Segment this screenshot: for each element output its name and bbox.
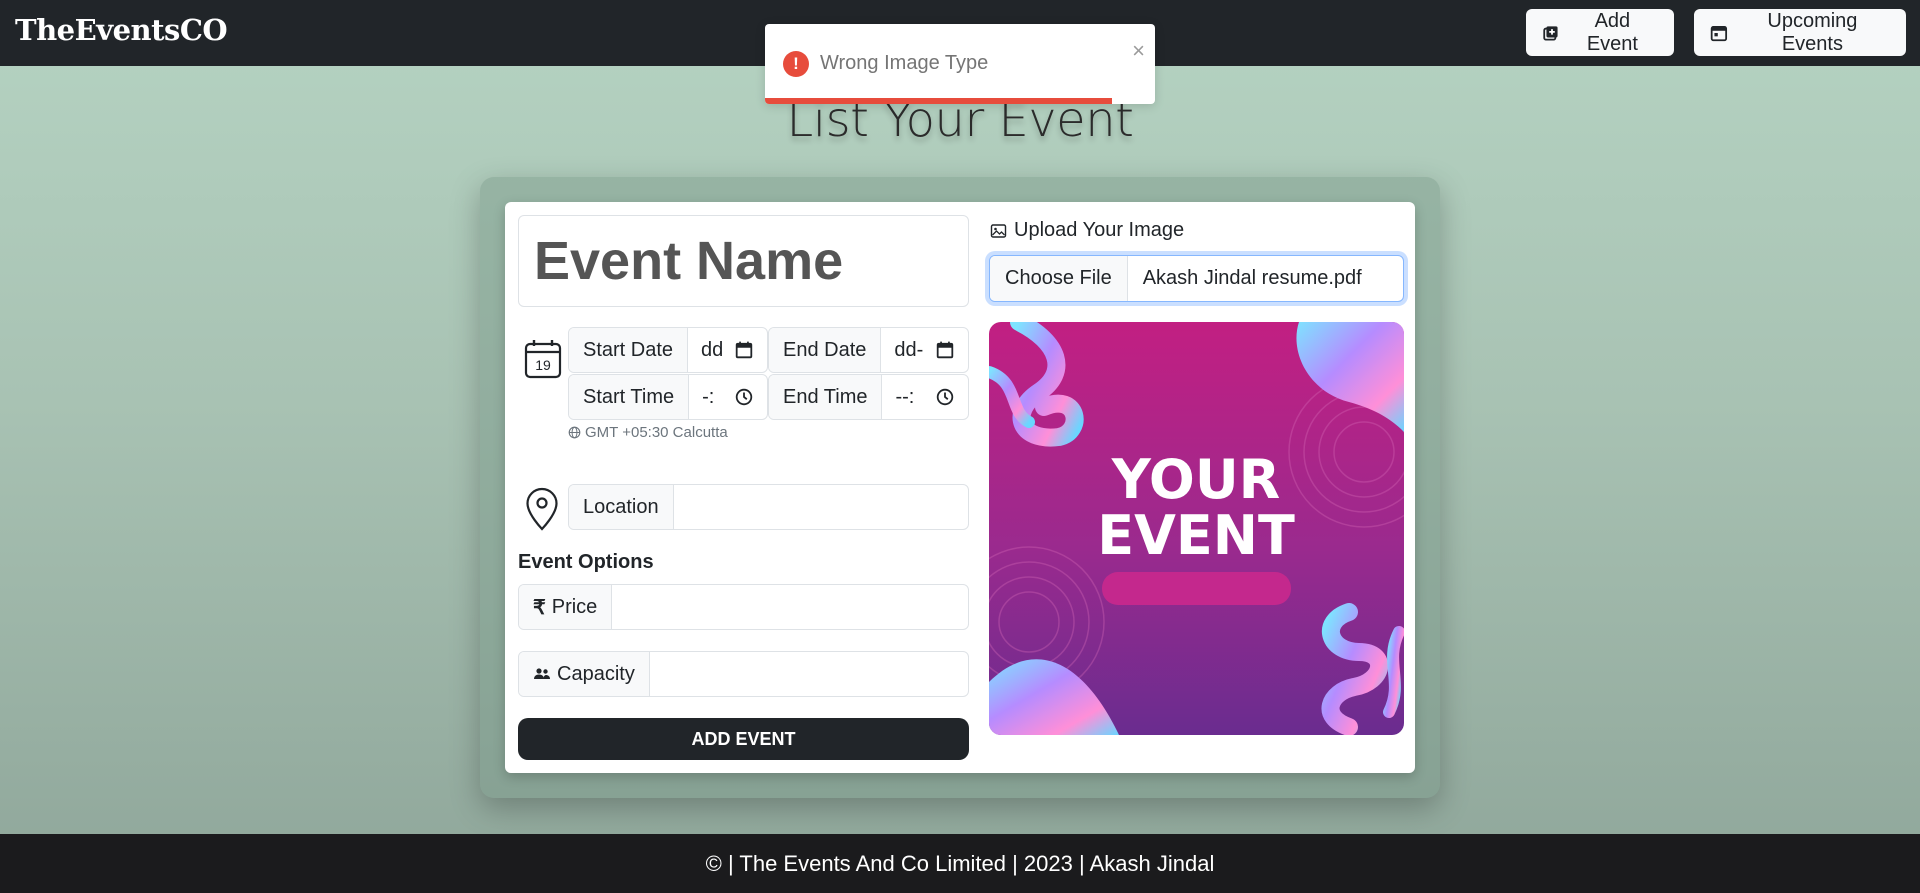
upcoming-events-label: Upcoming Events <box>1767 9 1858 55</box>
end-time-input[interactable]: --: <box>882 375 968 419</box>
end-date-value: dd- <box>894 338 924 361</box>
calendar-picker-icon[interactable] <box>735 341 753 359</box>
price-input[interactable] <box>612 585 968 629</box>
start-date-group: Start Date dd <box>568 327 768 373</box>
start-time-group: Start Time -: <box>568 374 768 420</box>
price-label: ₹ Price <box>519 585 613 629</box>
people-icon <box>534 668 550 679</box>
timezone-note: GMT +05:30 Calcutta <box>568 424 728 441</box>
calendar-icon <box>1710 25 1728 41</box>
end-date-group: End Date dd- <box>768 327 969 373</box>
event-name-input[interactable] <box>518 215 969 307</box>
preview-pill <box>1102 572 1291 605</box>
location-label: Location <box>569 485 674 529</box>
toast-message: Wrong Image Type <box>820 52 989 74</box>
rupee-icon: ₹ <box>533 596 546 619</box>
price-group: ₹ Price <box>518 584 969 630</box>
add-event-submit-button[interactable]: ADD EVENT <box>518 718 969 760</box>
close-icon[interactable]: × <box>1132 38 1145 64</box>
preview-text-line2: EVENT <box>1097 504 1295 567</box>
price-label-text: Price <box>551 595 598 618</box>
upload-image-label: Upload Your Image <box>990 219 1184 242</box>
start-date-value: dd <box>701 338 724 361</box>
location-group: Location <box>568 484 969 530</box>
image-icon <box>990 223 1007 238</box>
start-time-label: Start Time <box>569 375 690 419</box>
capacity-group: Capacity <box>518 651 969 697</box>
clock-icon[interactable] <box>735 388 753 406</box>
add-event-label: Add Event <box>1586 9 1638 55</box>
start-date-label: Start Date <box>569 328 689 372</box>
brand-logo[interactable]: TheEventsCO <box>15 13 228 47</box>
end-time-label: End Time <box>769 375 883 419</box>
location-input[interactable] <box>674 485 968 529</box>
event-options-heading: Event Options <box>518 551 654 573</box>
end-date-label: End Date <box>769 328 882 372</box>
file-input[interactable]: Choose File Akash Jindal resume.pdf <box>989 255 1404 302</box>
capacity-label: Capacity <box>519 652 650 696</box>
start-date-input[interactable]: dd <box>688 328 767 372</box>
add-event-button[interactable]: Add Event <box>1526 9 1674 56</box>
capacity-label-text: Capacity <box>557 662 635 685</box>
capacity-input[interactable] <box>650 652 968 696</box>
event-image-preview: YOUR EVENT <box>989 322 1404 735</box>
timezone-text: GMT +05:30 Calcutta <box>585 424 728 441</box>
error-toast: ! Wrong Image Type × <box>765 24 1155 104</box>
end-time-group: End Time --: <box>768 374 969 420</box>
clock-icon[interactable] <box>936 388 954 406</box>
calendar-picker-icon[interactable] <box>936 341 954 359</box>
start-time-input[interactable]: -: <box>689 375 767 419</box>
preview-text-line1: YOUR <box>1111 448 1281 511</box>
end-date-input[interactable]: dd- <box>881 328 968 372</box>
upcoming-events-button[interactable]: Upcoming Events <box>1694 9 1906 56</box>
end-time-value: --: <box>895 385 915 408</box>
calendar-date-icon: 19 <box>524 340 562 379</box>
start-time-value: -: <box>702 385 715 408</box>
upload-image-text: Upload Your Image <box>1014 219 1185 241</box>
file-name: Akash Jindal resume.pdf <box>1142 267 1362 289</box>
add-square-icon <box>1543 25 1558 41</box>
choose-file-button[interactable]: Choose File <box>990 256 1128 301</box>
error-icon: ! <box>783 51 809 77</box>
footer: © | The Events And Co Limited | 2023 | A… <box>0 834 1920 893</box>
toast-progress-bar <box>765 98 1113 104</box>
globe-icon <box>568 426 581 439</box>
location-pin-icon <box>526 487 558 531</box>
calendar-day: 19 <box>535 357 551 373</box>
